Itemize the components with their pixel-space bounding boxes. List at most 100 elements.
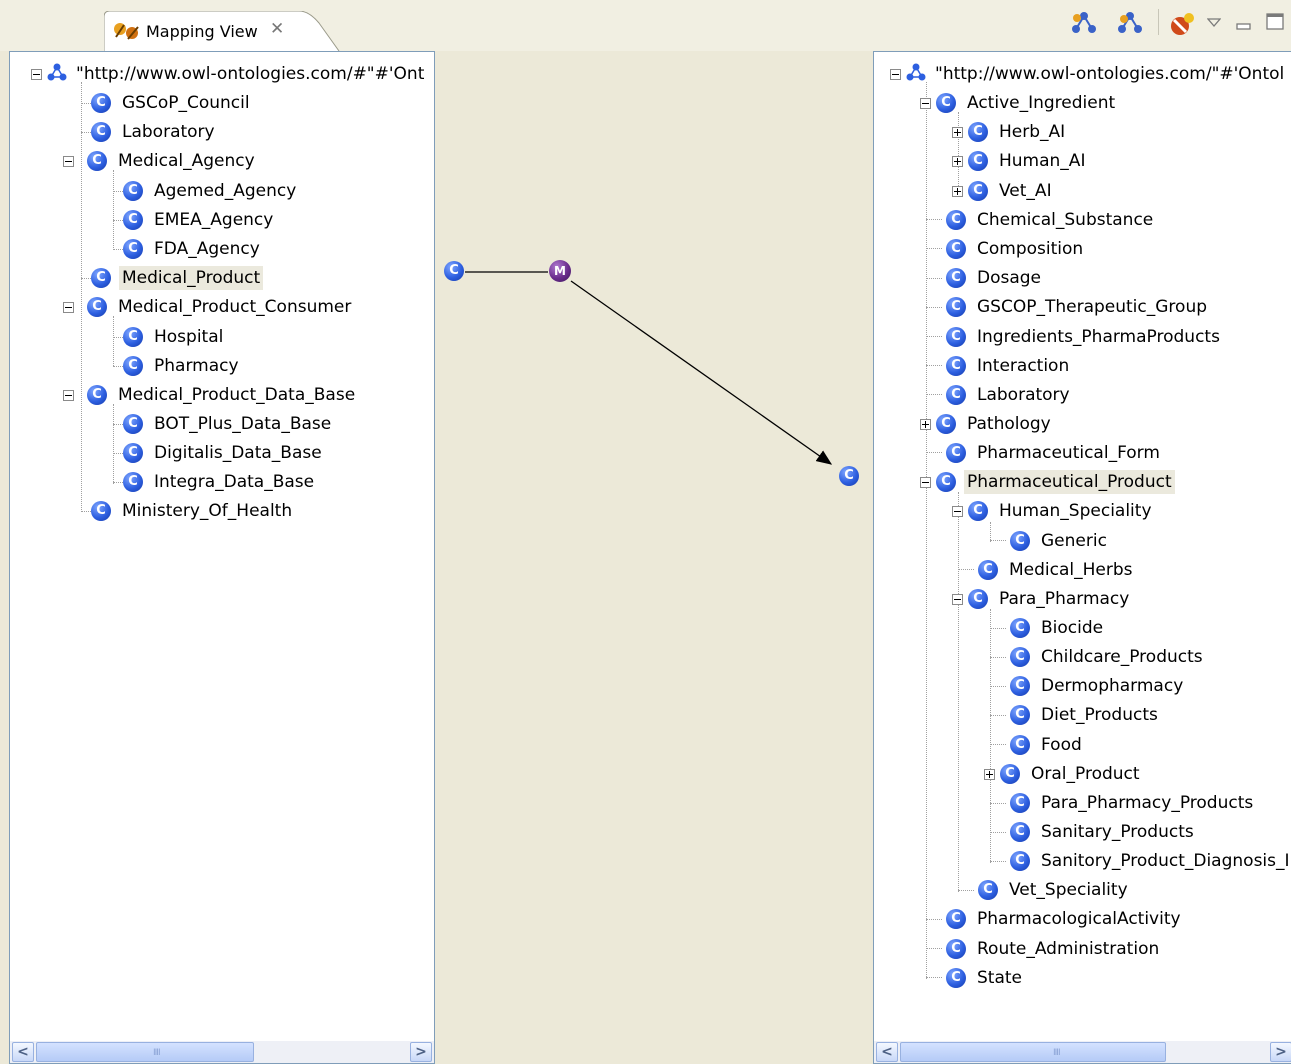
tree-item[interactable]: Active_Ingredient [920,90,1118,116]
tree-item[interactable]: Integra_Data_Base [123,469,317,495]
tree-item[interactable]: Oral_Product [984,761,1143,787]
tree-item[interactable]: Medical_Agency [63,148,258,174]
collapse-icon[interactable] [63,301,74,313]
collapse-icon[interactable] [952,505,963,517]
tree-item[interactable]: Pharmaceutical_Form [946,440,1163,466]
maximize-icon[interactable] [1266,13,1286,36]
collapse-icon[interactable] [63,155,74,167]
collapse-icon[interactable] [952,593,963,605]
scroll-left-button[interactable]: < [12,1042,34,1062]
class-icon [87,385,107,405]
class-icon [946,268,966,288]
minimize-icon[interactable] [1236,16,1252,36]
collapse-icon[interactable] [31,68,42,80]
class-icon [968,589,988,609]
tree-item[interactable]: Composition [946,236,1086,262]
mapping-node[interactable]: M [549,260,571,282]
scrollbar-thumb[interactable]: IIII [36,1042,254,1062]
tree-item[interactable]: Dermopharmacy [1010,673,1186,699]
collapse-icon[interactable] [920,97,931,109]
class-icon [946,327,966,347]
class-icon [123,443,143,463]
tree-item-label: Diet_Products [1041,705,1158,725]
tree-item[interactable]: Route_Administration [946,936,1162,962]
source-class-node[interactable] [444,261,464,281]
tree-item[interactable]: Biocide [1010,615,1106,641]
source-ontology-pane[interactable]: "http://www.owl-ontologies.com/#"#'Ont G… [9,51,435,1064]
tree-item[interactable]: PharmacologicalActivity [946,906,1184,932]
scroll-right-button[interactable]: > [1270,1042,1291,1062]
tree-item-label: Medical_Product_Consumer [118,297,352,317]
tree-item-label: GSCoP_Council [122,93,250,113]
tree-item[interactable]: Sanitory_Product_Diagnosis_I [1010,848,1291,874]
tree-item-selected[interactable]: Medical_Product [91,265,264,291]
tree-item[interactable]: Medical_Product_Data_Base [63,382,358,408]
tree-item[interactable]: Digitalis_Data_Base [123,440,325,466]
tree-item-label: Pathology [967,414,1051,434]
expand-icon[interactable] [984,768,995,780]
tree-item[interactable]: Ministery_Of_Health [91,498,295,524]
mapping-canvas[interactable]: M [435,51,873,1064]
scroll-left-button[interactable]: < [876,1042,898,1062]
horizontal-scrollbar[interactable]: < IIII > [874,1041,1291,1063]
tree-item-label: Pharmaceutical_Form [977,443,1160,463]
tree-item[interactable]: Interaction [946,353,1072,379]
tree-item[interactable]: FDA_Agency [123,236,263,262]
tree-item[interactable]: State [946,965,1025,991]
tree-item[interactable]: Sanitary_Products [1010,819,1197,845]
tree-item[interactable]: Medical_Herbs [978,557,1136,583]
tree-item[interactable]: Para_Pharmacy [952,586,1132,612]
tree-item[interactable]: Human_Speciality [952,498,1155,524]
tree-root-node[interactable]: "http://www.owl-ontologies.com/#"#'Ont [31,61,427,87]
tree-item[interactable]: Laboratory [946,382,1073,408]
tree-root-label: "http://www.owl-ontologies.com/#"#'Ont [76,64,425,84]
horizontal-scrollbar[interactable]: < IIII > [10,1041,434,1063]
collapse-icon[interactable] [890,68,901,80]
tree-item[interactable]: Laboratory [91,119,218,145]
remove-mapping-icon[interactable] [1168,11,1196,42]
tree-item[interactable]: Dosage [946,265,1044,291]
tree-item[interactable]: Vet_Speciality [978,877,1131,903]
tree-item[interactable]: GSCOP_Therapeutic_Group [946,294,1210,320]
tree-item[interactable]: Para_Pharmacy_Products [1010,790,1256,816]
tree-item[interactable]: Medical_Product_Consumer [63,294,354,320]
tree-item[interactable]: Hospital [123,324,226,350]
scroll-right-button[interactable]: > [410,1042,432,1062]
tree-item[interactable]: BOT_Plus_Data_Base [123,411,334,437]
expand-icon[interactable] [920,418,931,430]
class-icon [946,239,966,259]
expand-icon[interactable] [952,155,963,167]
tree-item-label: Human_Speciality [999,501,1152,521]
close-icon[interactable]: ✕ [270,19,284,39]
tree-item[interactable]: Vet_AI [952,178,1055,204]
scrollbar-grip: IIII [1053,1048,1061,1058]
tree-item[interactable]: GSCoP_Council [91,90,253,116]
expand-icon[interactable] [952,185,963,197]
tree-root-label: "http://www.owl-ontologies.com/"#'Ontol [935,64,1285,84]
tree-item[interactable]: Diet_Products [1010,702,1161,728]
tree-item[interactable]: Ingredients_PharmaProducts [946,324,1223,350]
tree-item-selected[interactable]: Pharmaceutical_Product [920,469,1175,495]
collapse-icon[interactable] [63,389,74,401]
target-class-node[interactable] [839,466,859,486]
target-ontology-pane[interactable]: "http://www.owl-ontologies.com/"#'Ontol … [873,51,1291,1064]
collapse-icon[interactable] [920,476,931,488]
tree-item[interactable]: EMEA_Agency [123,207,276,233]
tree-item[interactable]: Human_AI [952,148,1088,174]
tree-item[interactable]: Herb_AI [952,119,1068,145]
scrollbar-thumb[interactable]: IIII [900,1042,1166,1062]
ontology-icon[interactable] [1116,11,1144,42]
tree-item[interactable]: Agemed_Agency [123,178,299,204]
tree-item[interactable]: Pharmacy [123,353,242,379]
tree-item[interactable]: Food [1010,732,1085,758]
tree-item[interactable]: Childcare_Products [1010,644,1206,670]
tree-item[interactable]: Pathology [920,411,1054,437]
expand-icon[interactable] [952,126,963,138]
mapping-view-tab[interactable]: Mapping View ✕ [104,11,344,51]
ontology-mapping-icon[interactable] [1070,11,1098,42]
tree-item[interactable]: Generic [1010,528,1110,554]
tree-root-node[interactable]: "http://www.owl-ontologies.com/"#'Ontol [890,61,1287,87]
tree-item-label: Medical_Product_Data_Base [118,385,356,405]
tree-item[interactable]: Chemical_Substance [946,207,1156,233]
view-menu-icon[interactable] [1206,13,1222,33]
